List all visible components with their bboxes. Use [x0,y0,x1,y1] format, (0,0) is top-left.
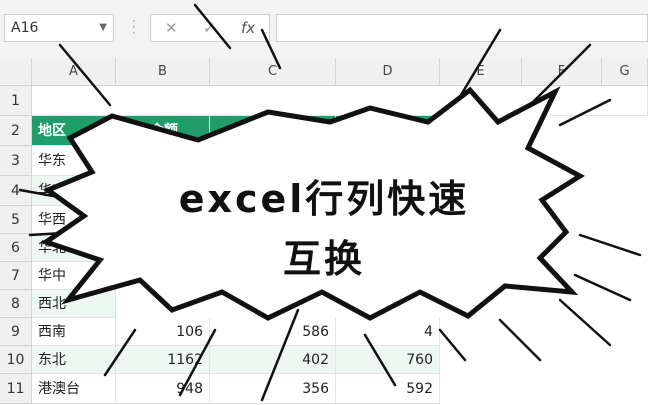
burst-title-line-2: 互换 [282,237,365,281]
burst-title-line-1: excel行列快速 [178,177,470,221]
